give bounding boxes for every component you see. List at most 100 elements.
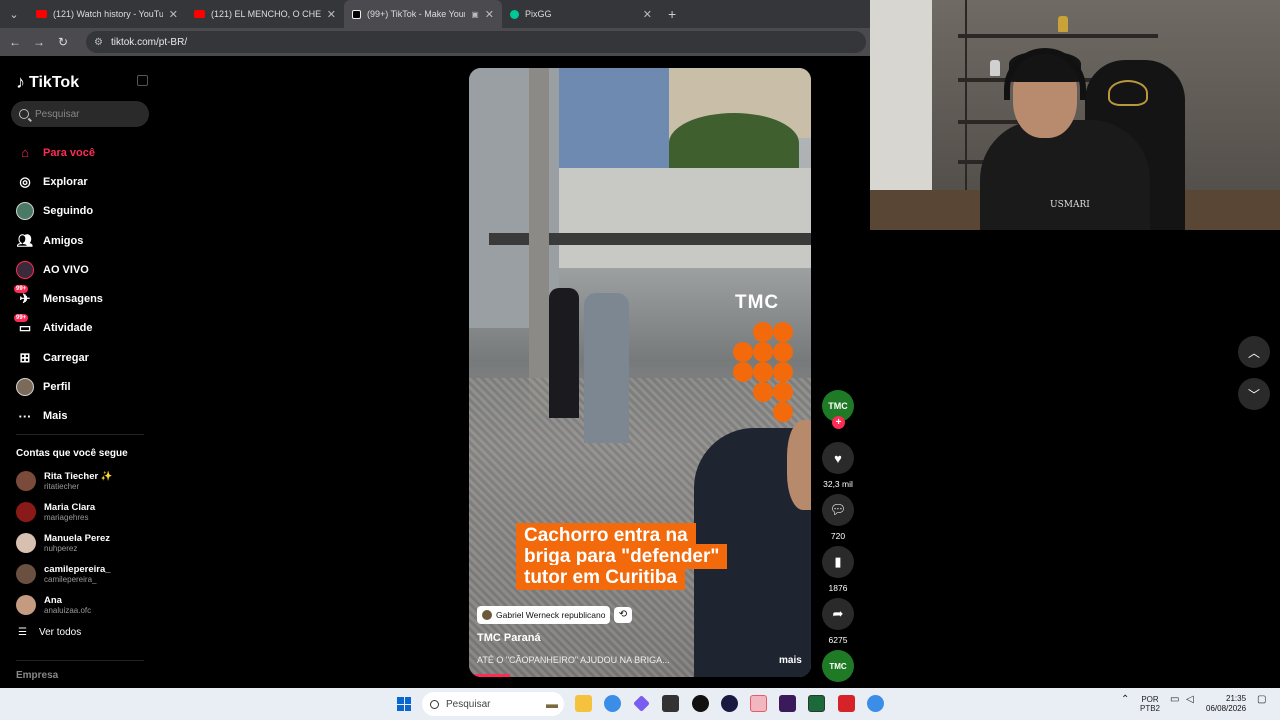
following-account[interactable]: Rita Tiecher ✨ ritatiecher	[16, 466, 113, 497]
avatar	[16, 594, 36, 615]
taskbar-search[interactable]: Pesquisar ▬	[422, 692, 564, 716]
mute-icon[interactable]: ▣	[471, 10, 479, 19]
forward-icon[interactable]: →	[32, 35, 46, 49]
close-icon[interactable]: ✕	[485, 8, 494, 21]
app-icon[interactable]	[808, 695, 825, 712]
close-icon[interactable]: ✕	[169, 8, 178, 21]
following-header: Contas que você segue	[16, 448, 128, 459]
nav-item-friends[interactable]: 👥︎ Amigos	[16, 226, 103, 255]
profile-avatar-icon	[16, 378, 34, 397]
app-icon[interactable]	[750, 695, 767, 712]
nav-item-profile[interactable]: Perfil	[16, 372, 103, 401]
share-icon: ➦	[822, 598, 854, 630]
avatar	[16, 502, 36, 523]
chrome-icon[interactable]	[867, 695, 884, 712]
back-icon[interactable]: ←	[8, 35, 22, 49]
site-info-icon[interactable]: ⚙	[94, 37, 103, 48]
following-account[interactable]: Manuela Perez nuhperez	[16, 528, 113, 559]
hoodie-text: USMARI	[1050, 200, 1090, 210]
video-scene	[529, 68, 549, 413]
collapse-sidebar-icon[interactable]	[137, 75, 148, 86]
notification-icon[interactable]: ▢	[1257, 695, 1266, 705]
repost-badge[interactable]: Gabriel Werneck republicano	[477, 606, 611, 624]
tiktok-logo[interactable]: ♪ TikTok	[16, 72, 79, 93]
logo-dot	[753, 362, 773, 382]
nav-item-following[interactable]: Seguindo	[16, 197, 103, 226]
tab-pixgg[interactable]: PixGG ✕	[502, 0, 660, 28]
app-icon[interactable]	[633, 695, 650, 712]
tab-tiktok[interactable]: (99+) TikTok - Make Your Da ▣ ✕	[344, 0, 502, 28]
steam-icon[interactable]	[692, 695, 709, 712]
clock-date: 06/08/2026	[1206, 704, 1247, 713]
divider	[16, 434, 144, 435]
video-player[interactable]: TMC Cachorro entra na briga para "defend…	[469, 68, 811, 677]
live-icon	[16, 260, 34, 279]
following-account[interactable]: Maria Clara mariagehres	[16, 497, 113, 528]
video-scene	[559, 168, 811, 268]
following-account[interactable]: camilepereira_ camilepereira_	[16, 558, 113, 589]
pixgg-icon	[510, 9, 519, 19]
follow-plus-icon[interactable]: +	[832, 416, 845, 429]
sidebar: ♪ TikTok Pesquisar ⌂ Para você ◎ Explora…	[0, 56, 160, 688]
nav-item-messages[interactable]: ✈︎ 99+ Mensagens	[14, 284, 103, 313]
new-tab-icon[interactable]: +	[660, 6, 684, 22]
app-icon[interactable]	[779, 695, 796, 712]
following-list: Rita Tiecher ✨ ritatiecher Maria Clara mar…	[16, 466, 113, 620]
nav-item-explore[interactable]: ◎ Explorar	[16, 167, 103, 196]
nav-item-for-you[interactable]: ⌂ Para você	[16, 138, 103, 167]
nav-item-live[interactable]: AO VIVO	[16, 255, 103, 284]
close-icon[interactable]: ✕	[327, 8, 336, 21]
share-button[interactable]: ➦ 6275	[822, 598, 854, 645]
following-account[interactable]: Ana analuizaa.ofc	[16, 589, 113, 620]
save-button[interactable]: ▮ 1876	[822, 546, 854, 593]
account-name: Rita Tiecher ✨	[44, 471, 113, 483]
clock[interactable]: 21:35 06/08/2026	[1206, 694, 1246, 714]
app-icon[interactable]	[662, 695, 679, 712]
volume-icon[interactable]: ◁	[1186, 695, 1194, 705]
language-indicator[interactable]: POR PTB2	[1140, 695, 1160, 713]
search-icon	[430, 699, 439, 709]
tab-youtube-mencho[interactable]: (121) EL MENCHO, O CHEFE DE ✕	[186, 0, 344, 28]
like-button[interactable]: ♥ 32,3 mil	[822, 442, 854, 489]
tab-title: (99+) TikTok - Make Your Da	[367, 9, 466, 19]
video-progress-bar[interactable]	[469, 674, 511, 677]
see-all-button[interactable]: ☰ Ver todos	[18, 627, 81, 638]
save-count: 1876	[828, 583, 848, 593]
webcam-overlay: USMARI	[870, 0, 1280, 230]
network-icon[interactable]: ▭	[1170, 695, 1179, 705]
nav-item-upload[interactable]: ⊞ Carregar	[16, 343, 103, 372]
app-icon[interactable]	[838, 695, 855, 712]
list-icon: ☰	[18, 627, 27, 638]
chrome-icon[interactable]	[604, 695, 621, 712]
logo-dot	[733, 362, 753, 382]
video-scene	[669, 113, 799, 173]
nav-label: Seguindo	[43, 205, 94, 218]
tab-title: PixGG	[525, 9, 552, 19]
more-button[interactable]: mais	[779, 655, 802, 666]
next-video-button[interactable]: ﹀	[1238, 378, 1270, 410]
tab-search-icon[interactable]: ⌄	[0, 0, 28, 28]
chevron-up-icon[interactable]: ⌃	[1121, 695, 1129, 705]
nav-item-more[interactable]: ··· Mais	[16, 402, 103, 431]
close-icon[interactable]: ✕	[643, 8, 652, 21]
nav-item-activity[interactable]: ▭ 99+ Atividade	[14, 314, 103, 343]
comment-button[interactable]: 💬︎ 720	[822, 494, 854, 541]
windows-start-icon[interactable]	[397, 697, 411, 711]
video-author[interactable]: TMC Paraná	[477, 632, 541, 644]
language-bottom: PTB2	[1140, 704, 1161, 713]
sound-disc[interactable]: TMC	[822, 650, 854, 682]
app-icon[interactable]	[721, 695, 738, 712]
tab-youtube-history[interactable]: (121) Watch history - YouTube ✕	[28, 0, 186, 28]
previous-video-button[interactable]: ︿	[1238, 336, 1270, 368]
tab-title: (121) Watch history - YouTube	[53, 9, 163, 19]
search-input[interactable]: Pesquisar	[11, 101, 149, 127]
company-link[interactable]: Empresa	[16, 670, 58, 681]
video-scene	[549, 288, 579, 418]
chevron-down-icon: ﹀	[1247, 387, 1260, 402]
messages-icon: ✈︎ 99+	[14, 285, 31, 307]
language-top: POR	[1141, 695, 1159, 704]
creator-avatar[interactable]: TMC +	[822, 390, 854, 429]
file-explorer-icon[interactable]	[575, 695, 592, 712]
reload-icon[interactable]: ↻	[56, 35, 70, 49]
url-field[interactable]: ⚙ tiktok.com/pt-BR/	[86, 31, 866, 53]
